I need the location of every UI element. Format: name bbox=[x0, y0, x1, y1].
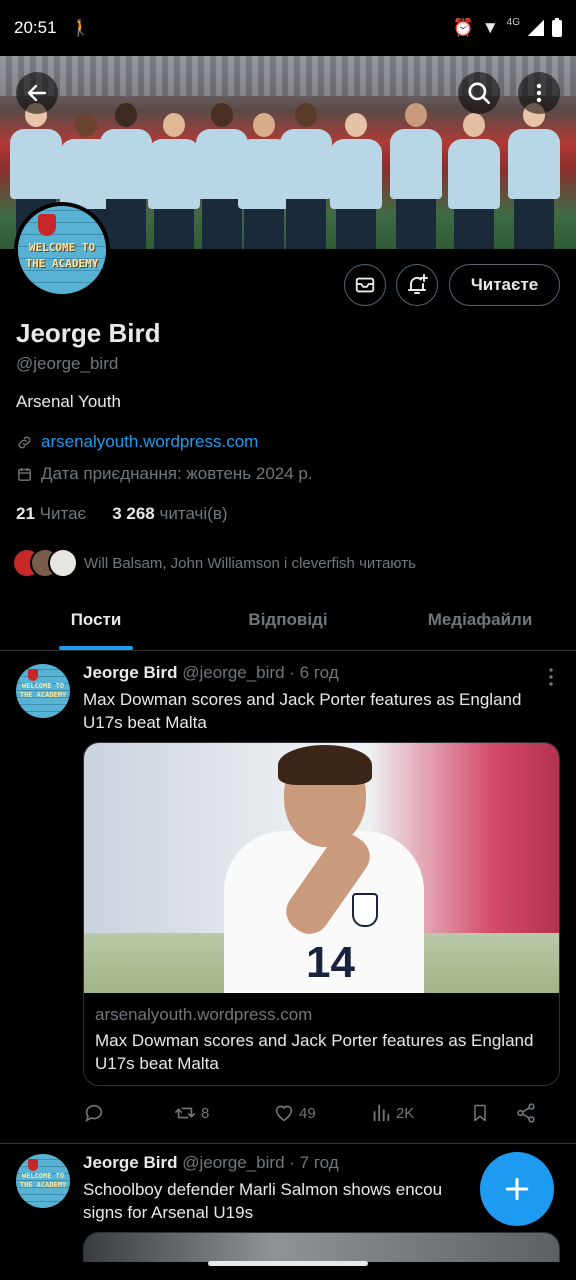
share-button[interactable] bbox=[515, 1102, 537, 1124]
walking-icon: 🚶 bbox=[70, 20, 91, 37]
signal-icon bbox=[528, 20, 544, 36]
post-header: Jeorge Bird @jeorge_bird · 7 год bbox=[83, 1153, 339, 1173]
notifications-button[interactable] bbox=[396, 264, 438, 306]
joined-text: Дата приєднання: жовтень 2024 р. bbox=[41, 464, 313, 483]
profile-link-text[interactable]: arsenalyouth.wordpress.com bbox=[41, 432, 258, 452]
heart-icon bbox=[275, 1105, 293, 1122]
tab-posts[interactable]: Пости bbox=[0, 596, 192, 650]
following-button[interactable]: Читаєте bbox=[449, 264, 560, 306]
player-figure bbox=[280, 103, 332, 249]
views-button[interactable]: 2K bbox=[370, 1102, 470, 1124]
player-figure bbox=[100, 103, 152, 249]
reply-button[interactable] bbox=[83, 1102, 173, 1124]
like-count: 49 bbox=[299, 1104, 316, 1122]
search-button[interactable] bbox=[458, 72, 500, 114]
followed-by-text: Will Balsam, John Williamson і cleverfis… bbox=[84, 554, 416, 572]
link-icon bbox=[18, 436, 31, 448]
profile-name: Jeorge Bird bbox=[16, 318, 161, 348]
alarm-icon: ⏰ bbox=[452, 18, 474, 37]
divider bbox=[0, 1143, 576, 1144]
repost-button[interactable]: 8 bbox=[173, 1102, 273, 1124]
bookmark-icon bbox=[474, 1104, 486, 1122]
more-button[interactable] bbox=[518, 72, 560, 114]
followed-by[interactable]: Will Balsam, John Williamson і cleverfis… bbox=[12, 548, 416, 578]
tab-media[interactable]: Медіафайли bbox=[384, 596, 576, 650]
post-header: Jeorge Bird @jeorge_bird · 6 год bbox=[83, 663, 339, 683]
followers-link[interactable]: 3 268 читачі(в) bbox=[112, 504, 227, 524]
reply-icon bbox=[85, 1104, 103, 1123]
avatar-text: WELCOME TO THE ACADEMY bbox=[25, 241, 99, 270]
card-domain: arsenalyouth.wordpress.com bbox=[95, 1005, 313, 1024]
more-vertical-icon bbox=[549, 668, 553, 686]
post-time: · 6 год bbox=[289, 663, 339, 682]
bell-plus-icon bbox=[408, 274, 428, 294]
profile-tabs: Пости Відповіді Медіафайли bbox=[0, 596, 576, 651]
link-card-image[interactable] bbox=[83, 1232, 560, 1262]
player-figure bbox=[148, 113, 200, 249]
post-text: Schoolboy defender Marli Salmon shows en… bbox=[83, 1180, 443, 1222]
like-button[interactable]: 49 bbox=[273, 1102, 370, 1124]
profile-handle: @jeorge_bird bbox=[16, 354, 119, 373]
repost-count: 8 bbox=[201, 1104, 210, 1122]
post-handle: @jeorge_bird bbox=[182, 1153, 285, 1172]
profile-joined: Дата приєднання: жовтень 2024 р. bbox=[16, 464, 313, 484]
views-icon bbox=[373, 1104, 390, 1122]
battery-icon bbox=[552, 17, 562, 37]
share-icon bbox=[517, 1103, 535, 1123]
wifi-icon: ▼ bbox=[481, 18, 499, 37]
network-type: 4G bbox=[506, 16, 520, 28]
player-figure bbox=[390, 103, 442, 249]
profile-link[interactable]: arsenalyouth.wordpress.com bbox=[16, 432, 258, 452]
post-author[interactable]: Jeorge Bird bbox=[83, 1153, 177, 1172]
repost-icon bbox=[175, 1107, 195, 1119]
player-figure bbox=[508, 103, 560, 249]
post-actions: 8 49 2K bbox=[83, 1100, 553, 1126]
mail-icon bbox=[355, 277, 375, 293]
england-crest-icon bbox=[352, 893, 378, 927]
profile-stats: 21 Читає 3 268 читачі(в) bbox=[16, 504, 228, 524]
card-title: Max Dowman scores and Jack Porter featur… bbox=[95, 1031, 534, 1073]
compose-button[interactable] bbox=[480, 1152, 554, 1226]
post-avatar[interactable]: WELCOME TO THE ACADEMY bbox=[16, 664, 70, 718]
calendar-icon bbox=[18, 467, 31, 481]
shirt-number: 14 bbox=[306, 938, 355, 987]
card-image: 14 bbox=[84, 743, 559, 993]
plus-icon bbox=[505, 1177, 529, 1201]
search-icon bbox=[468, 82, 491, 105]
profile-avatar[interactable]: WELCOME TO THE ACADEMY bbox=[14, 202, 110, 298]
player-figure bbox=[448, 113, 500, 249]
player-figure bbox=[330, 113, 382, 249]
post-text: Max Dowman scores and Jack Porter featur… bbox=[83, 690, 522, 732]
message-button[interactable] bbox=[344, 264, 386, 306]
more-vertical-icon bbox=[536, 83, 542, 103]
post-handle: @jeorge_bird bbox=[182, 663, 285, 682]
status-bar: 20:51 🚶 ⏰ ▼ 4G bbox=[0, 0, 576, 56]
post-more-button[interactable] bbox=[548, 668, 554, 686]
home-indicator[interactable] bbox=[208, 1261, 368, 1266]
follower-avatar bbox=[48, 548, 78, 578]
back-button[interactable] bbox=[16, 72, 58, 114]
arsenal-crest-icon bbox=[38, 214, 56, 236]
tab-replies[interactable]: Відповіді bbox=[192, 596, 384, 650]
back-arrow-icon bbox=[27, 84, 47, 102]
views-count: 2K bbox=[396, 1104, 415, 1122]
following-link[interactable]: 21 Читає bbox=[16, 504, 86, 524]
post-avatar[interactable]: WELCOME TO THE ACADEMY bbox=[16, 1154, 70, 1208]
link-card[interactable]: 14 arsenalyouth.wordpress.com Max Dowman… bbox=[83, 742, 560, 1086]
status-time: 20:51 bbox=[14, 18, 57, 37]
bookmark-button[interactable] bbox=[470, 1102, 515, 1124]
post-time: · 7 год bbox=[289, 1153, 339, 1172]
post-author[interactable]: Jeorge Bird bbox=[83, 663, 177, 682]
profile-bio: Arsenal Youth bbox=[16, 392, 121, 411]
